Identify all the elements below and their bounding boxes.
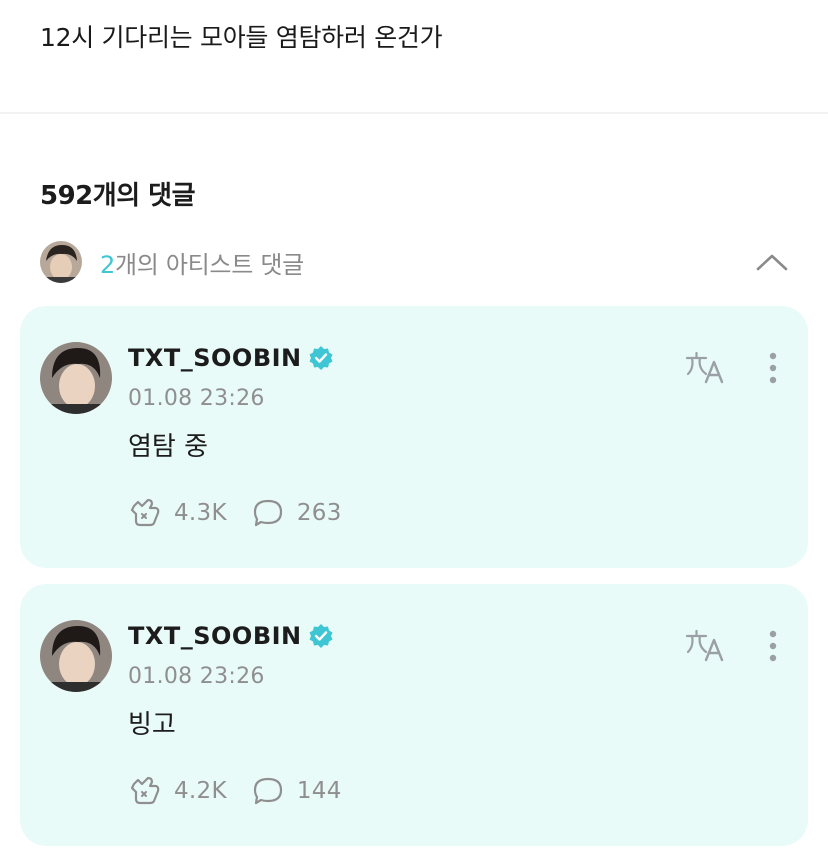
more-options-icon[interactable] <box>758 348 788 388</box>
speech-bubble-icon <box>251 496 285 530</box>
like-button[interactable]: 4.2K <box>128 774 227 808</box>
like-count: 4.2K <box>174 778 227 804</box>
verified-badge-icon <box>309 346 333 370</box>
comment-timestamp: 01.08 23:26 <box>128 386 265 411</box>
translate-icon[interactable] <box>684 348 728 388</box>
artist-comment-card: TXT_SOOBIN 01.08 23:26 빙고 4.2K 144 <box>20 584 808 846</box>
comment-text: 염탐 중 <box>128 432 209 462</box>
username[interactable]: TXT_SOOBIN <box>128 622 302 650</box>
section-divider <box>0 112 828 114</box>
reply-count: 263 <box>296 500 342 526</box>
avatar[interactable] <box>40 620 112 692</box>
chevron-up-icon[interactable] <box>752 242 792 282</box>
comment-text: 빙고 <box>128 710 176 740</box>
artist-comment-count: 2 <box>100 250 115 279</box>
post-text: 12시 기다리는 모아들 염탐하러 온건가 <box>40 23 443 52</box>
artist-comments-toggle[interactable]: 2개의 아티스트 댓글 <box>40 240 792 284</box>
verified-badge-icon <box>309 624 333 648</box>
speech-bubble-icon <box>251 774 285 808</box>
comment-actions: 4.3K 263 <box>128 496 342 530</box>
like-count: 4.3K <box>174 500 227 526</box>
reply-button[interactable]: 263 <box>251 496 342 530</box>
cheer-icon <box>128 774 162 808</box>
avatar[interactable] <box>40 342 112 414</box>
like-button[interactable]: 4.3K <box>128 496 227 530</box>
comment-count-title: 592개의 댓글 <box>40 181 196 211</box>
artist-comments-text: 개의 아티스트 댓글 <box>114 250 304 279</box>
artist-comments-label: 2개의 아티스트 댓글 <box>100 245 304 280</box>
cheer-icon <box>128 496 162 530</box>
reply-button[interactable]: 144 <box>251 774 342 808</box>
username[interactable]: TXT_SOOBIN <box>128 344 302 372</box>
comment-author: TXT_SOOBIN <box>128 622 334 650</box>
comment-author: TXT_SOOBIN <box>128 344 334 372</box>
comment-timestamp: 01.08 23:26 <box>128 664 265 689</box>
translate-icon[interactable] <box>684 626 728 666</box>
more-options-icon[interactable] <box>758 626 788 666</box>
reply-count: 144 <box>296 778 342 804</box>
comment-actions: 4.2K 144 <box>128 774 342 808</box>
artist-comment-card: TXT_SOOBIN 01.08 23:26 염탐 중 4.3K 263 <box>20 306 808 568</box>
artist-avatar <box>40 241 82 283</box>
